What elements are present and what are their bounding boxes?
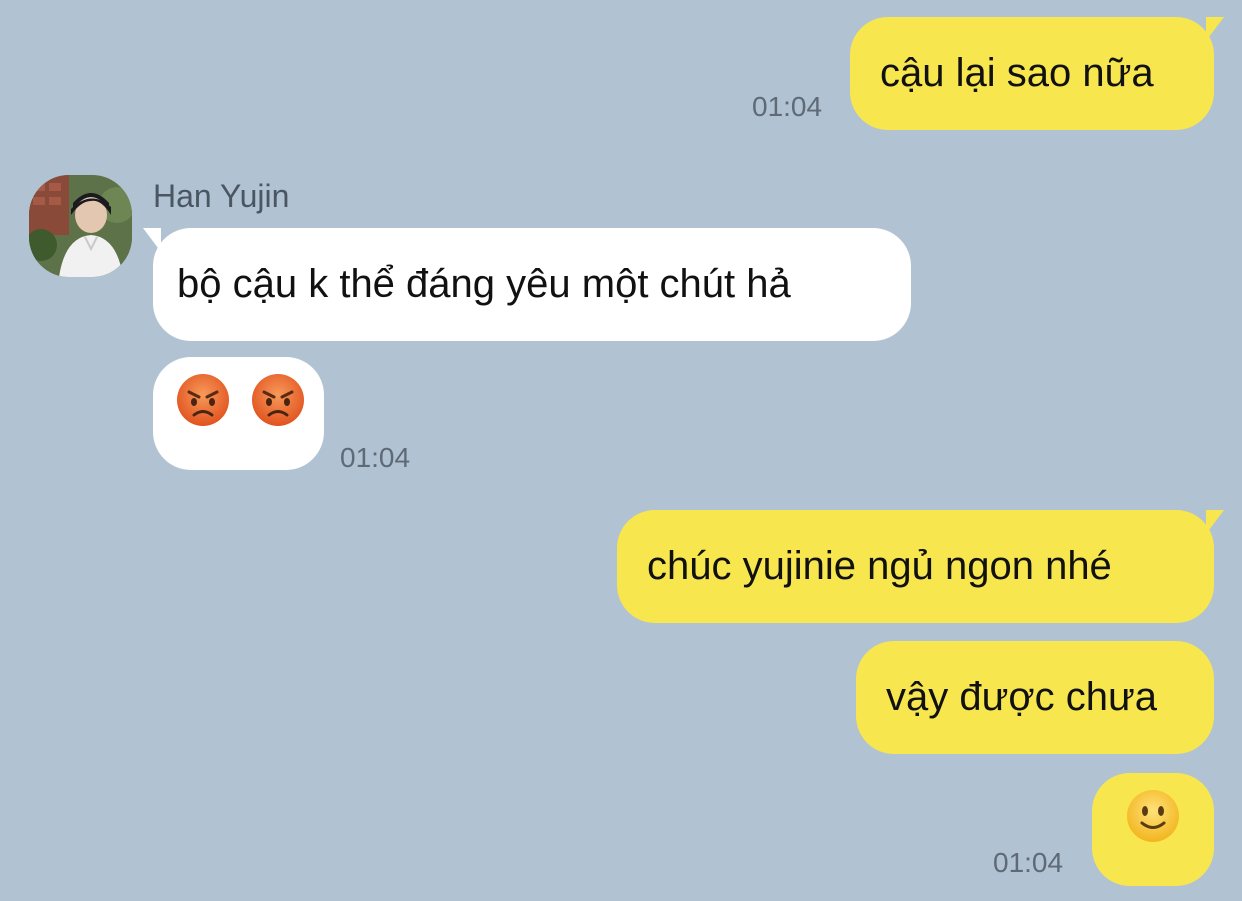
pouting-face-icon [250,359,306,472]
message-timestamp: 01:04 [752,91,823,122]
avatar-photo-icon [29,175,132,277]
sender-name: Han Yujin [153,178,290,214]
message-text: vậy được chưa [886,675,1157,719]
chat-thread[interactable]: cậu lại sao nữa 01:04 Han Yujin bộ cậu k… [0,0,1242,901]
incoming-emoji-bubble[interactable] [153,357,324,470]
outgoing-emoji-bubble[interactable] [1092,773,1214,886]
message-timestamp: 01:04 [340,442,411,473]
bubble-tail [1206,17,1224,41]
message-text: cậu lại sao nữa [880,51,1154,95]
message-timestamp: 01:04 [993,847,1064,878]
slightly-smiling-face-icon [1125,775,1181,888]
message-text: chúc yujinie ngủ ngon nhé [647,544,1112,588]
outgoing-message-bubble[interactable]: chúc yujinie ngủ ngon nhé [617,510,1224,623]
bubble-tail [1206,510,1224,534]
incoming-message-bubble[interactable]: bộ cậu k thể đáng yêu một chút hả [143,228,911,341]
contact-avatar[interactable] [29,175,132,277]
outgoing-message-bubble[interactable]: cậu lại sao nữa [850,17,1224,130]
bubble-tail [143,228,161,252]
pouting-face-icon [175,359,231,472]
outgoing-message-bubble[interactable]: vậy được chưa [856,641,1214,754]
message-text: bộ cậu k thể đáng yêu một chút hả [177,262,791,306]
